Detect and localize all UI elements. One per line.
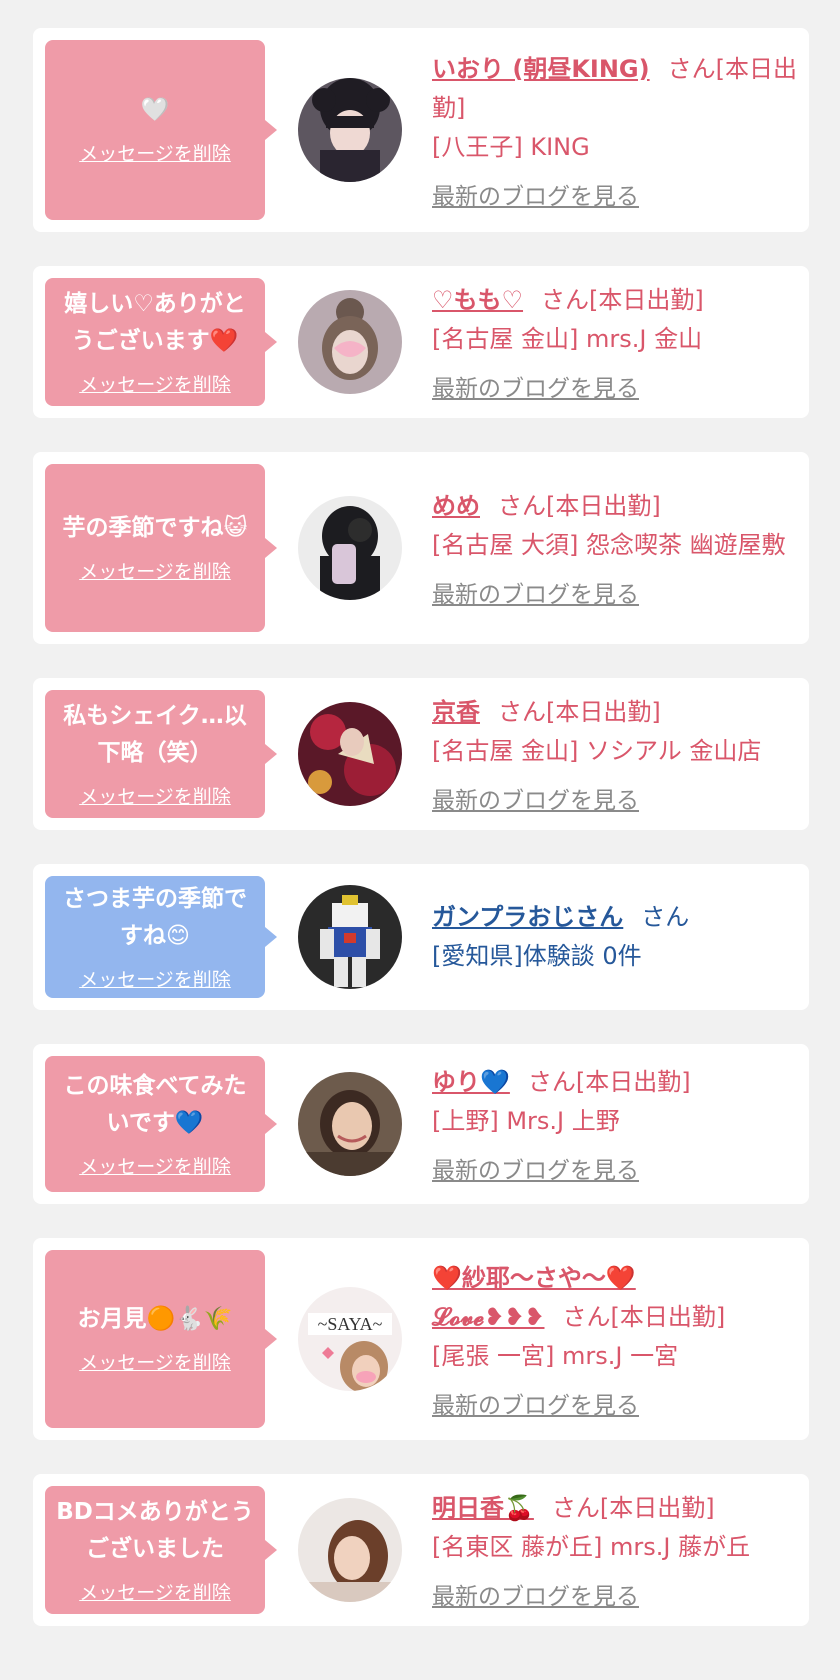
message-text: 私もシェイク…以下略（笑） xyxy=(63,702,247,766)
name-suffix: さん[本日出勤] xyxy=(498,492,661,520)
blog-link[interactable]: 最新のブログを見る xyxy=(432,1577,639,1611)
avatar[interactable]: ~SAYA~ xyxy=(298,1287,402,1391)
profile-info: いおり (朝昼KING) さん[本日出勤] [八王子] KING 最新のブログを見… xyxy=(432,50,797,211)
list-item: さつま芋の季節ですね😊 メッセージを削除 ガンプラおじさん さん [愛知県]体験談… xyxy=(33,864,809,1010)
avatar[interactable] xyxy=(298,78,402,182)
profile-info: めめ さん[本日出勤] [名古屋 大須] 怨念喫茶 幽遊屋敷 最新のブログを見る xyxy=(432,487,797,609)
avatar[interactable] xyxy=(298,885,402,989)
message-bubble: BDコメありがとうございました メッセージを削除 xyxy=(45,1486,277,1614)
delete-message-link[interactable]: メッセージを削除 xyxy=(79,557,231,584)
list-item: 🤍 メッセージを削除 いおり (朝昼KING) さん[本日出勤] [八王子] KI… xyxy=(33,28,809,232)
profile-name-link[interactable]: ❤️紗耶〜さや〜❤️ xyxy=(432,1264,636,1292)
blog-link[interactable]: 最新のブログを見る xyxy=(432,369,639,403)
blog-link[interactable]: 最新のブログを見る xyxy=(432,575,639,609)
profile-name-link-line2[interactable]: 𝓛𝓸𝓿𝓮❥❥❥ xyxy=(432,1303,544,1331)
shop-label: [愛知県]体験談 0件 xyxy=(432,942,642,970)
delete-message-link[interactable]: メッセージを削除 xyxy=(79,370,231,397)
blog-link[interactable]: 最新のブログを見る xyxy=(432,781,639,815)
name-suffix: さん[本日出勤] xyxy=(541,286,704,314)
message-text: BDコメありがとうございました xyxy=(56,1498,254,1562)
blog-link[interactable]: 最新のブログを見る xyxy=(432,177,639,211)
name-suffix: さん[本日出勤] xyxy=(551,1494,715,1522)
profile-name-link[interactable]: ゆり💙 xyxy=(432,1068,510,1096)
message-bubble: この味食べてみたいです💙 メッセージを削除 xyxy=(45,1056,277,1192)
shop-label: [上野] Mrs.J 上野 xyxy=(432,1107,620,1135)
profile-info: ゆり💙 さん[本日出勤] [上野] Mrs.J 上野 最新のブログを見る xyxy=(432,1063,797,1185)
message-text: さつま芋の季節ですね😊 xyxy=(63,885,247,949)
message-text: 芋の季節ですね😺 xyxy=(62,515,248,541)
shop-label: [名古屋 大須] 怨念喫茶 幽遊屋敷 xyxy=(432,531,786,559)
message-bubble: 私もシェイク…以下略（笑） メッセージを削除 xyxy=(45,690,277,818)
message-text: この味食べてみたいです💙 xyxy=(63,1072,247,1136)
list-item: 私もシェイク…以下略（笑） メッセージを削除 京香 さん[本日出勤] [名古屋 金… xyxy=(33,678,809,830)
list-item: この味食べてみたいです💙 メッセージを削除 ゆり💙 さん[本日出勤] [上野] M… xyxy=(33,1044,809,1204)
profile-info: ♡もも♡ さん[本日出勤] [名古屋 金山] mrs.J 金山 最新のブログを見る xyxy=(432,281,797,403)
list-item: BDコメありがとうございました メッセージを削除 明日香🍒 さん[本日出勤] [名… xyxy=(33,1474,809,1626)
delete-message-link[interactable]: メッセージを削除 xyxy=(79,1348,231,1375)
profile-name-link[interactable]: 明日香🍒 xyxy=(432,1494,534,1522)
list-item: 芋の季節ですね😺 メッセージを削除 めめ さん[本日出勤] [名古屋 大須] 怨念… xyxy=(33,452,809,644)
profile-name-link[interactable]: めめ xyxy=(432,492,480,520)
shop-label: [名古屋 金山] ソシアル 金山店 xyxy=(432,737,762,765)
svg-text:~SAYA~: ~SAYA~ xyxy=(318,1314,383,1334)
profile-info: 京香 さん[本日出勤] [名古屋 金山] ソシアル 金山店 最新のブログを見る xyxy=(432,693,797,815)
shop-label: [尾張 一宮] mrs.J 一宮 xyxy=(432,1341,679,1370)
name-suffix: さん[本日出勤] xyxy=(527,1068,691,1096)
message-bubble: 嬉しい♡ありがとうございます❤️ メッセージを削除 xyxy=(45,278,277,406)
profile-name-link[interactable]: ♡もも♡ xyxy=(432,286,523,314)
profile-name-link[interactable]: ガンプラおじさん xyxy=(432,903,623,931)
avatar[interactable] xyxy=(298,496,402,600)
message-bubble: さつま芋の季節ですね😊 メッセージを削除 xyxy=(45,876,277,998)
avatar[interactable] xyxy=(298,1498,402,1602)
name-suffix: さん xyxy=(641,903,690,931)
profile-info: 明日香🍒 さん[本日出勤] [名東区 藤が丘] mrs.J 藤が丘 最新のブログを… xyxy=(432,1489,797,1611)
list-item: 嬉しい♡ありがとうございます❤️ メッセージを削除 ♡もも♡ さん[本日出勤] [… xyxy=(33,266,809,418)
delete-message-link[interactable]: メッセージを削除 xyxy=(79,1578,231,1605)
avatar[interactable] xyxy=(298,1072,402,1176)
name-suffix: さん[本日出勤] xyxy=(562,1302,726,1331)
avatar[interactable] xyxy=(298,702,402,806)
message-text: お月見🟠🐇🌾 xyxy=(77,1306,233,1332)
delete-message-link[interactable]: メッセージを削除 xyxy=(79,1152,231,1179)
delete-message-link[interactable]: メッセージを削除 xyxy=(79,965,231,992)
profile-info: ガンプラおじさん さん [愛知県]体験談 0件 xyxy=(432,898,797,976)
delete-message-link[interactable]: メッセージを削除 xyxy=(79,139,231,166)
message-bubble: お月見🟠🐇🌾 メッセージを削除 xyxy=(45,1250,277,1428)
blog-link[interactable]: 最新のブログを見る xyxy=(432,1386,639,1420)
message-bubble: 🤍 メッセージを削除 xyxy=(45,40,277,220)
profile-info: ❤️紗耶〜さや〜❤️ 𝓛𝓸𝓿𝓮❥❥❥ さん[本日出勤] [尾張 一宮] mrs.J… xyxy=(432,1259,797,1420)
profile-name-link[interactable]: 京香 xyxy=(432,698,480,726)
list-item: お月見🟠🐇🌾 メッセージを削除 ~SAYA~ ❤️紗耶〜さや〜❤️ 𝓛𝓸𝓿𝓮❥❥… xyxy=(33,1238,809,1440)
shop-label: [八王子] KING xyxy=(432,132,590,161)
avatar[interactable] xyxy=(298,290,402,394)
blog-link[interactable]: 最新のブログを見る xyxy=(432,1151,639,1185)
profile-name-link[interactable]: いおり (朝昼KING) xyxy=(432,55,650,83)
shop-label: [名古屋 金山] mrs.J 金山 xyxy=(432,325,703,353)
message-list: 🤍 メッセージを削除 いおり (朝昼KING) さん[本日出勤] [八王子] KI… xyxy=(0,0,840,1626)
message-bubble: 芋の季節ですね😺 メッセージを削除 xyxy=(45,464,277,632)
message-text: 🤍 xyxy=(140,97,170,123)
delete-message-link[interactable]: メッセージを削除 xyxy=(79,782,231,809)
message-text: 嬉しい♡ありがとうございます❤️ xyxy=(64,290,246,354)
name-suffix: さん[本日出勤] xyxy=(498,698,661,726)
shop-label: [名東区 藤が丘] mrs.J 藤が丘 xyxy=(432,1533,751,1561)
